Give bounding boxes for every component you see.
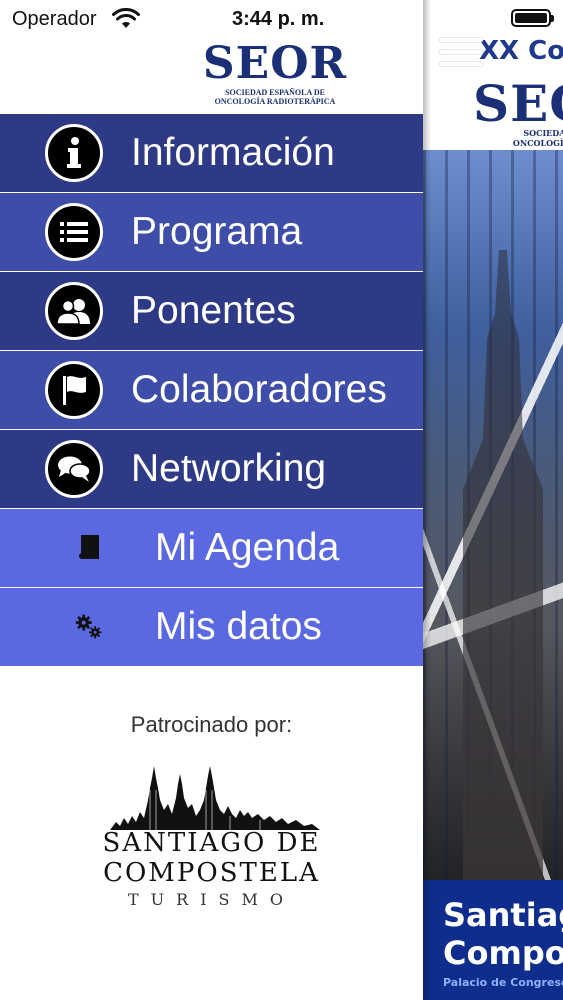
brand-subtitle-line2: ONCOLOGÍA RADIOTERÁPICA [214,97,336,106]
santiago-skyline-logo [110,766,320,830]
menu-item-label: Colaboradores [131,368,387,411]
wifi-icon [112,8,140,28]
sponsor-section: Patrocinado por: SANTIAGO DE COMPOSTELA … [0,668,423,1000]
menu-item-label: Programa [131,210,303,253]
content-logo: SEOR [473,74,563,133]
sponsor-title: Patrocinado por: [130,712,293,737]
venue-text: Palacio de Congresos y [443,976,563,989]
info-icon [45,124,103,182]
menu-item-ponentes[interactable]: Ponentes [0,272,423,351]
menu-item-label: Mi Agenda [155,526,340,569]
menu-item-colaboradores[interactable]: Colaboradores [0,351,423,430]
conference-title: XX Con [479,36,563,66]
sponsor-line1: SANTIAGO DE [102,828,321,858]
list-icon [45,203,103,261]
city-line1: Santiag [443,896,563,934]
flag-icon [45,361,103,419]
seor-logo: SEOR SOCIEDAD ESPAÑOLA DE ONCOLOGÍA RADI… [200,40,350,110]
book-icon [74,533,104,563]
menu-item-programa[interactable]: Programa [0,193,423,272]
city-line2: Compos [443,934,563,972]
drawer-shadow [423,0,431,1000]
content-logo-subtitle: SOCIEDAD ESPA ONCOLOGÍA RADIOT [461,128,563,148]
side-drawer: Operador 3:44 p. m. SEOR SOCIEDAD ESPAÑO… [0,0,423,1000]
menu-item-networking[interactable]: Networking [0,430,423,509]
sponsor-line3: TURISMO [128,890,295,909]
city-banner: Santiag Compos Palacio de Congresos y [423,880,563,1000]
gears-icon [74,612,104,642]
menu-item-label: Networking [131,447,327,490]
menu-item-mis-datos[interactable]: Mis datos [0,588,423,667]
status-time: 3:44 p. m. [232,8,325,30]
battery-icon [511,9,554,27]
drawer-menu: Información Programa Ponentes Colaborado… [0,114,423,667]
content-header: XX Con SEOR SOCIEDAD ESPA ONCOLOGÍA RADI… [423,0,563,150]
carrier-name: Operador [12,8,97,30]
content-logo-subtitle-line2: ONCOLOGÍA RADIOT [512,138,563,148]
chat-icon [45,440,103,498]
content-logo-subtitle-line1: SOCIEDAD ESPA [523,128,563,138]
main-content-screen: XX Con SEOR SOCIEDAD ESPA ONCOLOGÍA RADI… [423,0,563,1000]
brand-subtitle-line1: SOCIEDAD ESPAÑOLA DE [225,88,325,97]
users-icon [45,282,103,340]
hamburger-menu-icon[interactable] [439,38,483,66]
menu-item-label: Mis datos [155,605,322,648]
menu-item-mi-agenda[interactable]: Mi Agenda [0,509,423,588]
status-bar: Operador 3:44 p. m. [0,0,423,40]
brand-logo-text: SEOR [202,38,348,89]
menu-item-label: Ponentes [131,289,296,332]
menu-item-label: Información [131,131,335,174]
sponsor-line2: COMPOSTELA [103,858,320,888]
menu-item-informacion[interactable]: Información [0,114,423,193]
